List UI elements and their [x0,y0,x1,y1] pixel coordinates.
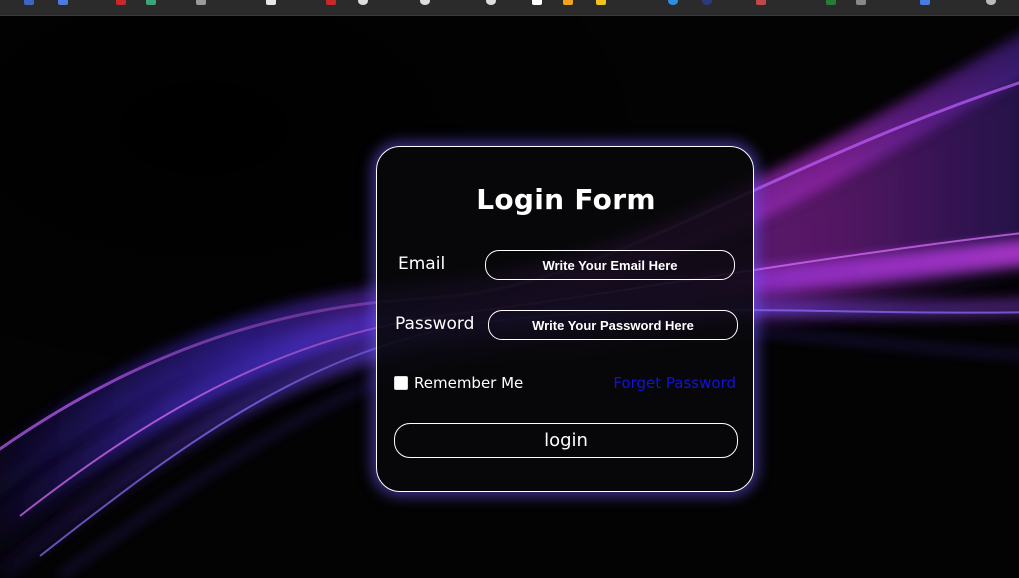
github-icon[interactable] [358,0,368,5]
password-input[interactable] [488,310,738,340]
login-card: Login Form Email Password Remember Me Fo… [376,146,754,492]
page-icon[interactable] [826,0,836,5]
maps-icon[interactable] [146,0,156,5]
page-icon[interactable] [756,0,766,5]
page-icon[interactable] [668,0,678,5]
page-icon[interactable] [266,0,276,5]
facebook-icon[interactable] [24,0,34,5]
bookmarks-bar [0,0,1019,16]
page-icon[interactable] [532,0,542,5]
email-input[interactable] [485,250,735,280]
page-icon[interactable] [986,0,996,5]
page-icon[interactable] [920,0,930,5]
folder-icon[interactable] [563,0,573,5]
form-title: Login Form [476,183,656,216]
page-icon[interactable] [702,0,712,5]
github-icon[interactable] [486,0,496,5]
remember-me-row: Remember Me [394,374,523,392]
gmail-icon[interactable] [326,0,336,5]
remember-me-label[interactable]: Remember Me [414,374,523,392]
forget-password-link[interactable]: Forget Password [613,374,736,392]
page-icon[interactable] [856,0,866,5]
password-label: Password [395,314,475,334]
page-icon[interactable] [196,0,206,5]
email-label: Email [398,254,446,274]
youtube-icon[interactable] [116,0,126,5]
docs-icon[interactable] [58,0,68,5]
page: Login Form Email Password Remember Me Fo… [0,0,1019,578]
folder-icon[interactable] [596,0,606,5]
page-icon[interactable] [420,0,430,5]
login-button[interactable]: login [394,423,738,458]
remember-me-checkbox[interactable] [394,376,408,390]
